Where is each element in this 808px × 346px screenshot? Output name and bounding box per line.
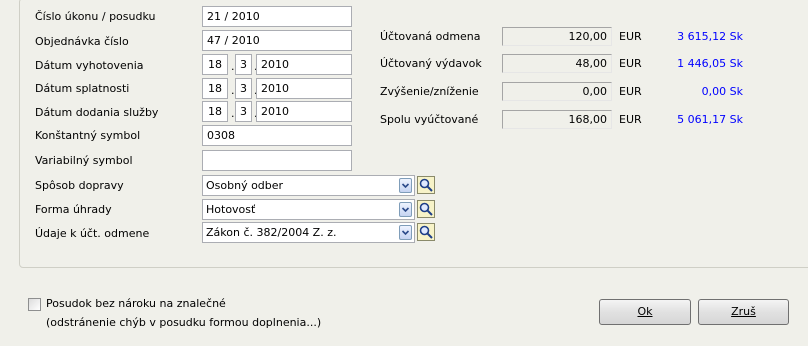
summary-label-zvysenie: Zvýšenie/zníženie [380,85,479,98]
objednavka-input[interactable]: 47 / 2010 [202,30,352,51]
label-sposob-dopravy: Spôsob dopravy [35,179,124,192]
forma-uhrady-select[interactable]: Hotovosť [202,199,415,220]
datum-splatnosti-month-input[interactable]: 3 [235,78,252,99]
datum-vyhotovenia-year-input[interactable]: 2010 [256,54,352,75]
datum-dodania-month-input[interactable]: 3 [235,101,252,122]
magnifier-icon[interactable] [417,176,435,194]
variabilny-symbol-input[interactable] [202,150,352,171]
forma-uhrady-value: Hotovosť [206,203,256,216]
summary-value-spolu: 168,00 [502,110,612,129]
datum-vyhotovenia-month-input[interactable]: 3 [235,54,252,75]
summary-currency: EUR [619,30,642,43]
summary-value-zvysenie: 0,00 [502,82,612,101]
bez-naroku-label: Posudok bez nároku na znalečné [46,297,226,310]
summary-value-odmena: 120,00 [502,27,612,46]
ok-button[interactable]: Ok [599,299,691,325]
magnifier-icon[interactable] [417,200,435,218]
summary-sk-odmena: 3 615,12 Sk [677,30,743,43]
label-forma-uhrady: Forma úhrady [35,203,112,216]
datum-vyhotovenia-day-input[interactable]: 18 [202,54,228,75]
magnifier-icon[interactable] [417,223,435,241]
date-separator: . [231,60,235,73]
sposob-dopravy-value: Osobný odber [206,179,284,192]
bez-naroku-checkbox[interactable] [28,298,41,311]
chevron-down-icon[interactable] [399,178,412,193]
udaje-ucet-odmene-value: Zákon č. 382/2004 Z. z. [206,226,337,239]
date-separator: . [231,107,235,120]
konstantny-symbol-input[interactable]: 0308 [202,125,352,146]
ok-button-label: Ok [637,305,653,318]
summary-sk-zvysenie: 0,00 Sk [701,85,743,98]
datum-dodania-day-input[interactable]: 18 [202,101,228,122]
datum-splatnosti-day-input[interactable]: 18 [202,78,228,99]
chevron-down-icon[interactable] [399,225,412,240]
label-datum-splatnosti: Dátum splatnosti [35,82,130,95]
summary-label-vydavok: Účtovaný výdavok [380,57,482,70]
chevron-down-icon[interactable] [399,202,412,217]
summary-sk-spolu: 5 061,17 Sk [677,113,743,126]
label-datum-vyhotovenia: Dátum vyhotovenia [35,59,144,72]
sposob-dopravy-select[interactable]: Osobný odber [202,175,415,196]
datum-splatnosti-year-input[interactable]: 2010 [256,78,352,99]
summary-label-spolu: Spolu vyúčtované [380,113,479,126]
summary-value-vydavok: 48,00 [502,54,612,73]
summary-currency: EUR [619,113,642,126]
label-udaje-ucet-odmene: Údaje k účt. odmene [35,227,150,240]
label-datum-dodania: Dátum dodania služby [35,106,159,119]
summary-sk-vydavok: 1 446,05 Sk [677,57,743,70]
summary-label-odmena: Účtovaná odmena [380,30,481,43]
date-separator: . [231,84,235,97]
udaje-ucet-odmene-select[interactable]: Zákon č. 382/2004 Z. z. [202,222,415,243]
cancel-button[interactable]: Zruš [698,299,789,325]
footer-note: (odstránenie chýb v posudku formou dopln… [46,316,322,329]
datum-dodania-year-input[interactable]: 2010 [256,101,352,122]
label-konstantny-symbol: Konštantný symbol [35,129,141,142]
label-variabilny-symbol: Variabilný symbol [35,154,133,167]
label-cislo-ukonu: Číslo úkonu / posudku [35,10,156,23]
label-objednavka: Objednávka číslo [35,35,129,48]
summary-currency: EUR [619,85,642,98]
cancel-button-label: Zruš [731,305,756,318]
cislo-ukonu-input[interactable]: 21 / 2010 [202,6,352,27]
summary-currency: EUR [619,57,642,70]
